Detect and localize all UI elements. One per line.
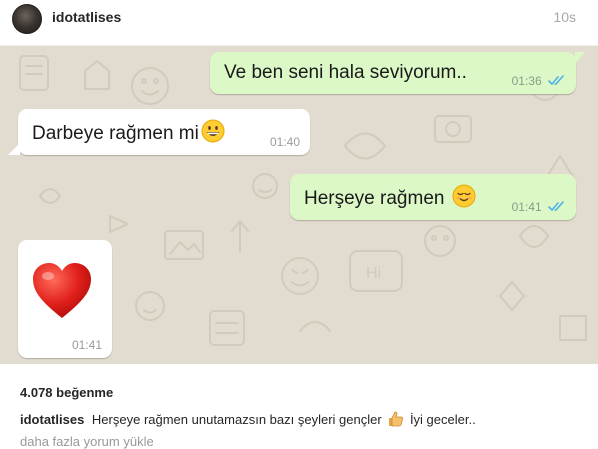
- avatar[interactable]: [12, 4, 42, 34]
- message-time: 01:36: [511, 74, 542, 88]
- caption-text-end: İyi geceler..: [409, 412, 476, 427]
- message-outgoing[interactable]: Ve ben seni hala seviyorum.. 01:36: [210, 52, 576, 94]
- message-text-content: Herşeye rağmen: [304, 188, 445, 209]
- caption-username[interactable]: idotatlises: [20, 412, 84, 427]
- caption: idotatlises Herşeye rağmen unutamazsın b…: [20, 410, 476, 427]
- message-text-content: Darbeye rağmen mi: [32, 123, 199, 144]
- read-check-icon: [548, 201, 564, 211]
- svg-text:Hi: Hi: [366, 265, 381, 282]
- grinning-face-icon: [201, 119, 225, 143]
- read-check-icon: [548, 75, 564, 85]
- post-footer: 4.078 beğenme idotatlises Herşeye rağmen…: [0, 364, 598, 449]
- message-outgoing[interactable]: Herşeye rağmen 01:41: [290, 174, 576, 220]
- message-text: Herşeye rağmen: [304, 184, 476, 210]
- like-count[interactable]: 4.078 beğenme: [20, 385, 113, 400]
- post-image-chat: Hi Ve ben seni hala seviyorum.. 01:36 Da…: [0, 46, 598, 364]
- caption-text: Herşeye rağmen unutamazsın bazı şeyleri …: [91, 412, 382, 427]
- message-incoming[interactable]: Darbeye rağmen mi 01:40: [18, 109, 310, 155]
- load-more-comments-link[interactable]: daha fazla yorum yükle: [20, 434, 154, 449]
- post-time: 10s: [553, 9, 576, 25]
- bubble-tail: [575, 52, 585, 64]
- message-text: Ve ben seni hala seviyorum..: [224, 62, 467, 83]
- thumbs-up-icon: [389, 411, 404, 427]
- message-text: Darbeye rağmen mi: [32, 119, 225, 145]
- username[interactable]: idotatlises: [52, 9, 121, 25]
- message-meta: 01:41: [512, 200, 566, 214]
- message-meta: 01:36: [512, 74, 566, 88]
- message-time: 01:40: [269, 135, 300, 149]
- red-heart-icon: [33, 263, 91, 318]
- message-time: 01:41: [71, 338, 102, 352]
- message-time: 01:41: [511, 200, 542, 214]
- bubble-tail: [8, 143, 20, 155]
- post-header: idotatlises 10s: [0, 0, 598, 46]
- message-incoming[interactable]: 01:41: [18, 240, 112, 358]
- relieved-face-icon: [452, 184, 476, 208]
